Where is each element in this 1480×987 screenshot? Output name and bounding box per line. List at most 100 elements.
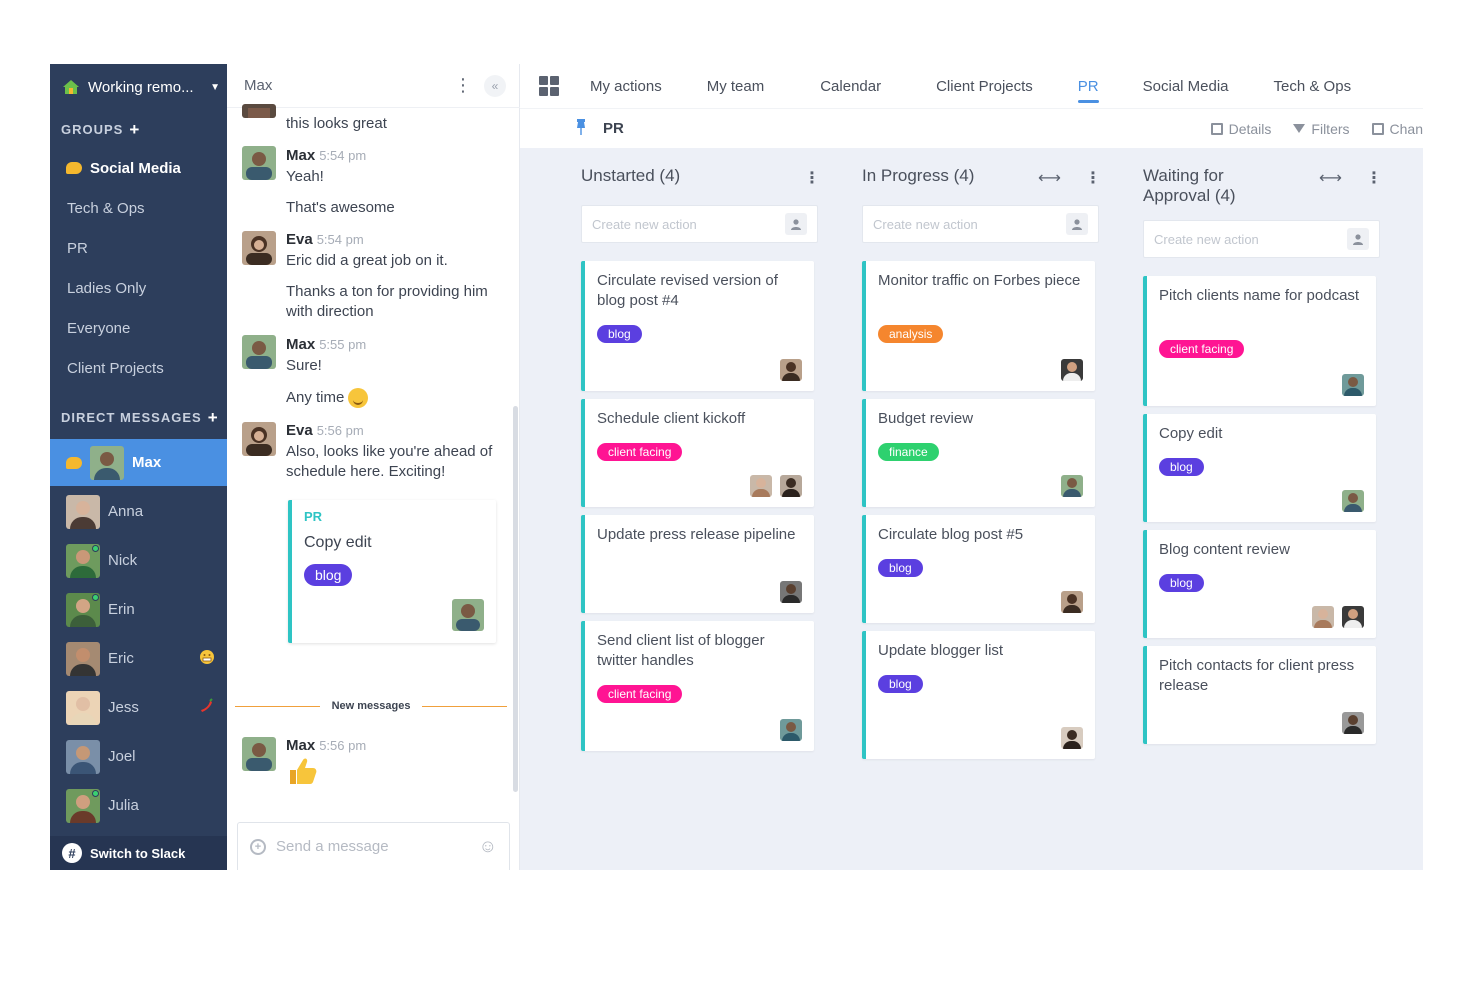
action-card[interactable]: Monitor traffic on Forbes piece analysis <box>862 261 1095 391</box>
column-tools: ⟷ ⋮ <box>1319 168 1382 188</box>
tab-calendar[interactable]: Calendar <box>820 64 881 108</box>
tab-tech-ops[interactable]: Tech & Ops <box>1274 64 1352 108</box>
sidebar-item-client-projects[interactable]: Client Projects <box>50 351 227 385</box>
card-title: Pitch clients name for podcast <box>1159 287 1360 304</box>
dm-item-nick[interactable]: Nick <box>50 537 227 584</box>
tab-my-actions[interactable]: My actions <box>590 64 662 108</box>
action-card[interactable]: Blog content review blog <box>1143 530 1376 638</box>
chat-title: Max <box>244 77 273 94</box>
dm-item-anna[interactable]: Anna <box>50 488 227 535</box>
emoji-picker-icon[interactable]: ☺ <box>479 836 497 857</box>
assign-person-icon[interactable] <box>785 213 807 235</box>
dm-item-max[interactable]: Max <box>50 439 227 486</box>
column-menu-icon[interactable]: ⋮ <box>1366 168 1382 188</box>
workspace-switcher[interactable]: Working remo... ▼ <box>60 74 220 100</box>
message-author: Max <box>286 737 316 754</box>
details-label: Details <box>1228 120 1272 137</box>
message-text: this looks great <box>286 115 387 132</box>
switch-to-slack-button[interactable]: # Switch to Slack <box>50 836 227 870</box>
add-dm-plus-icon[interactable]: + <box>208 409 219 426</box>
collapse-panel-icon[interactable]: « <box>484 74 506 97</box>
card-title: Circulate blog post #5 <box>878 526 1024 543</box>
caret-down-icon: ▼ <box>210 81 220 93</box>
kebab-menu-icon[interactable]: ⋮ <box>454 75 472 96</box>
action-card[interactable]: Circulate blog post #5 blog <box>862 515 1095 623</box>
card-assignees <box>1061 475 1083 497</box>
action-card[interactable]: Send client list of blogger twitter hand… <box>581 621 814 751</box>
card-assignees <box>780 719 802 741</box>
dm-item-julia[interactable]: Julia <box>50 782 227 829</box>
chart-icon <box>1371 122 1384 135</box>
sidebar-item-social-media[interactable]: Social Media <box>50 151 227 185</box>
thumbs-up-emoji-icon <box>286 754 320 796</box>
tab-client-projects[interactable]: Client Projects <box>936 64 1033 108</box>
shared-action-card[interactable]: PR Copy edit blog <box>288 500 496 643</box>
dm-item-erin[interactable]: Erin <box>50 586 227 633</box>
sidebar-item-everyone[interactable]: Everyone <box>50 311 227 345</box>
expand-column-icon[interactable]: ⟷ <box>1319 168 1342 188</box>
assignee-avatar[interactable] <box>1342 712 1364 734</box>
expand-column-icon[interactable]: ⟷ <box>1038 168 1061 188</box>
add-group-plus-icon[interactable]: + <box>129 121 140 138</box>
chart-button[interactable]: Chan <box>1371 121 1423 137</box>
new-messages-divider: New messages <box>235 696 508 716</box>
column-menu-icon[interactable]: ⋮ <box>804 168 820 188</box>
assignee-avatar[interactable] <box>1061 359 1083 381</box>
action-card[interactable]: Schedule client kickoff client facing <box>581 399 814 507</box>
grid-menu-icon[interactable] <box>539 76 559 96</box>
avatar <box>66 641 100 676</box>
assignee-avatar[interactable] <box>1342 374 1364 396</box>
tag-client-facing: client facing <box>597 443 683 461</box>
app-window: Working remo... ▼ GROUPS + Social Media … <box>50 64 1423 870</box>
column-tools: ⋮ <box>804 168 820 188</box>
assignee-avatar[interactable] <box>750 475 772 497</box>
details-button[interactable]: Details <box>1210 120 1272 137</box>
pin-icon[interactable] <box>575 118 589 139</box>
tab-pr[interactable]: PR <box>1077 64 1099 108</box>
action-card[interactable]: Pitch clients name for podcast client fac… <box>1143 276 1376 406</box>
assignee-avatar[interactable] <box>780 719 802 741</box>
create-action-placeholder: Create new action <box>592 216 697 232</box>
message-avatar <box>242 146 276 180</box>
assignee-avatar[interactable] <box>780 581 802 603</box>
create-action-input[interactable]: Create new action <box>862 205 1099 243</box>
message-avatar <box>242 231 276 265</box>
create-action-input[interactable]: Create new action <box>581 205 818 243</box>
assignee-avatar[interactable] <box>1342 490 1364 512</box>
action-card[interactable]: Copy edit blog <box>1143 414 1376 522</box>
column-menu-icon[interactable]: ⋮ <box>1085 168 1101 188</box>
action-card[interactable]: Circulate revised version of blog post #… <box>581 261 814 391</box>
assignee-avatar[interactable] <box>1061 727 1083 749</box>
chili-pepper-icon <box>199 698 215 717</box>
assignee-avatar[interactable] <box>1312 606 1334 628</box>
assign-person-icon[interactable] <box>1347 228 1369 250</box>
assignee-avatar[interactable] <box>780 359 802 381</box>
action-card[interactable]: Update press release pipeline <box>581 515 814 613</box>
assignee-avatar[interactable] <box>780 475 802 497</box>
message-text: Also, looks like you're ahead of schedul… <box>286 443 493 480</box>
assign-person-icon[interactable] <box>1066 213 1088 235</box>
attach-plus-icon[interactable]: + <box>250 838 266 855</box>
action-card[interactable]: Pitch contacts for client press release <box>1143 646 1376 744</box>
tab-my-team[interactable]: My team <box>707 64 765 108</box>
sidebar-item-tech-ops[interactable]: Tech & Ops <box>50 191 227 225</box>
tab-social-media[interactable]: Social Media <box>1143 64 1229 108</box>
chat-scrollbar[interactable] <box>513 406 518 792</box>
direct-messages-title: DIRECT MESSAGES <box>61 410 202 425</box>
filters-button[interactable]: Filters <box>1293 121 1350 137</box>
sidebar-item-label: Everyone <box>67 319 131 337</box>
sidebar-item-ladies-only[interactable]: Ladies Only <box>50 271 227 305</box>
create-action-input[interactable]: Create new action <box>1143 220 1380 258</box>
sidebar-item-pr[interactable]: PR <box>50 231 227 265</box>
message-composer[interactable]: + Send a message ☺ <box>237 822 510 870</box>
action-card[interactable]: Update blogger list blog <box>862 631 1095 759</box>
dm-item-jess[interactable]: Jess <box>50 684 227 731</box>
message-author: Eva <box>286 231 313 248</box>
assignee-avatar[interactable] <box>1342 606 1364 628</box>
assignee-avatar[interactable] <box>1061 475 1083 497</box>
dm-item-joel[interactable]: Joel <box>50 733 227 780</box>
assignee-avatar[interactable] <box>1061 591 1083 613</box>
action-card[interactable]: Budget review finance <box>862 399 1095 507</box>
dm-item-eric[interactable]: Eric <box>50 635 227 682</box>
message-author: Eva <box>286 422 313 439</box>
